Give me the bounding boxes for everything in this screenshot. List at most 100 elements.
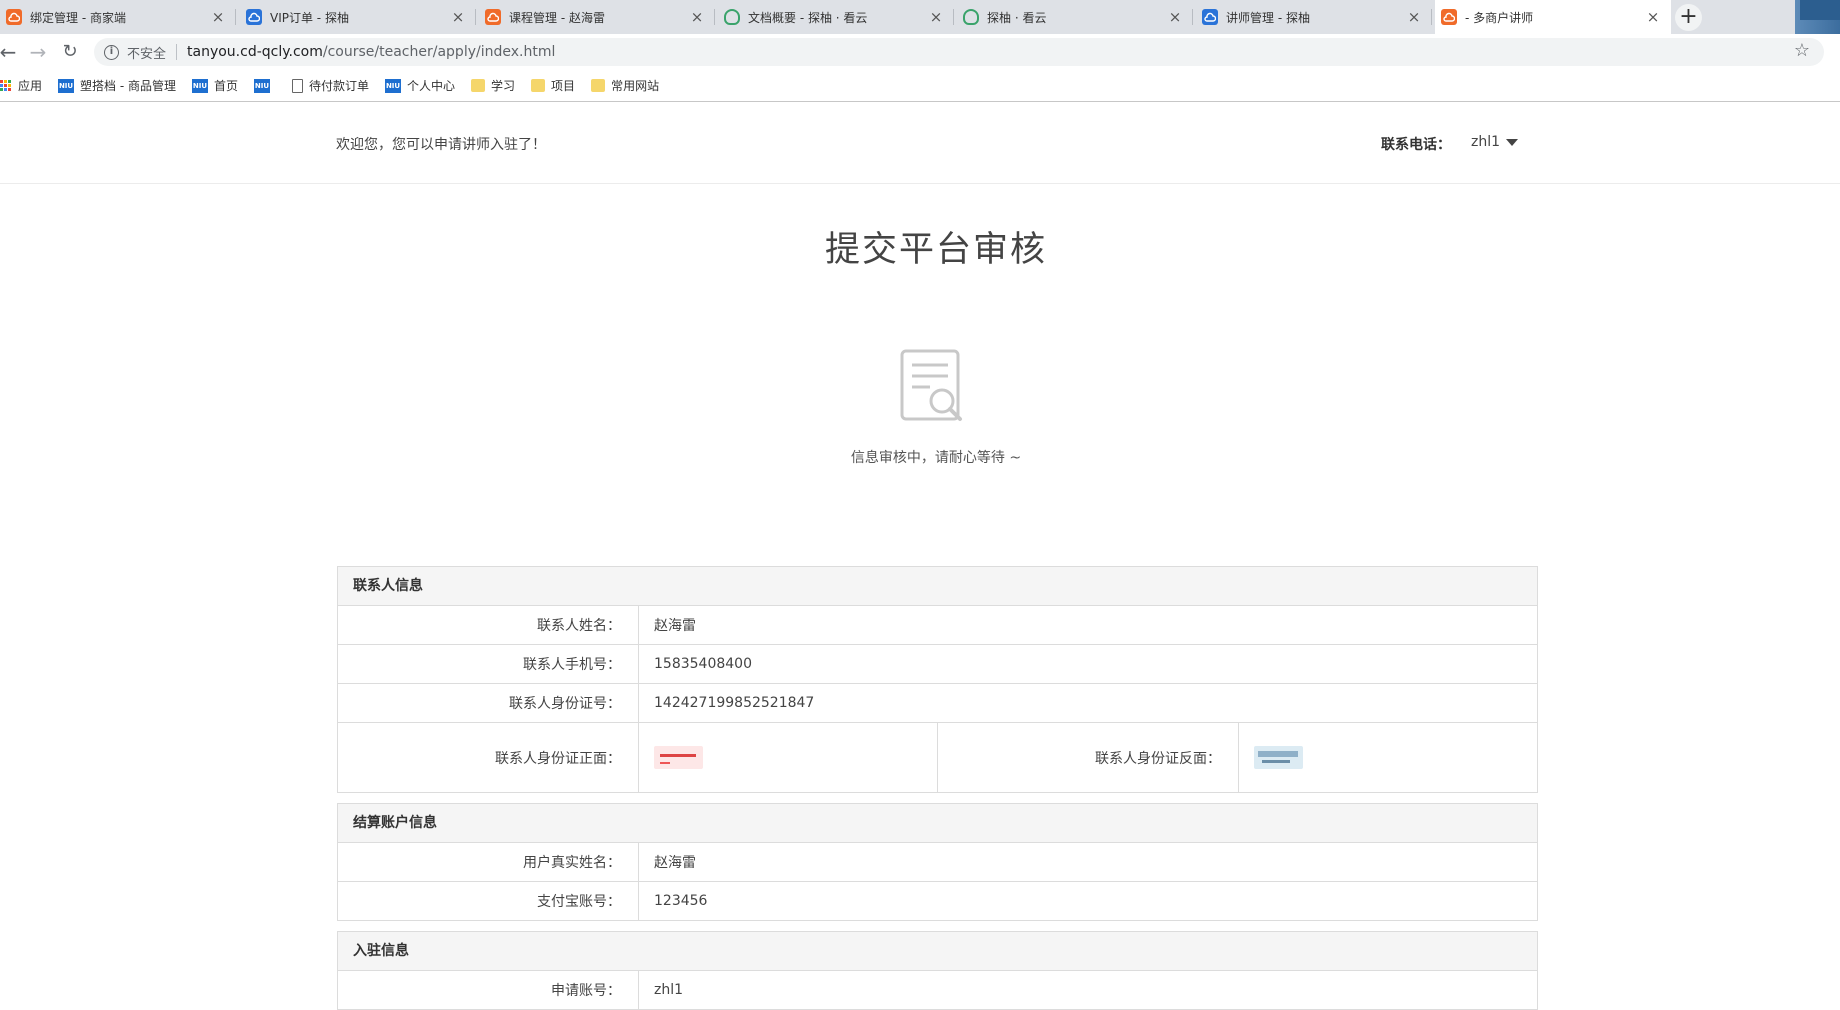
apps-grid-icon <box>0 79 12 92</box>
window-control-button[interactable] <box>1800 0 1840 20</box>
security-label: 不安全 <box>127 46 167 62</box>
field-label: 联系人手机号： <box>338 645 639 683</box>
table-row: 联系人姓名： 赵海雷 <box>338 606 1537 645</box>
bookmark-label: 应用 <box>18 79 43 93</box>
tab-title: 绑定管理 - 商家端 <box>30 10 126 25</box>
close-icon[interactable]: × <box>450 8 466 26</box>
tab-separator <box>1431 9 1432 25</box>
tab-title: 探柚 · 看云 <box>987 10 1047 25</box>
bookmark-folder[interactable]: 常用网站 <box>591 77 659 94</box>
bookmark-label: 项目 <box>551 79 576 93</box>
caret-down-icon <box>1506 138 1519 146</box>
bookmark-label: 常用网站 <box>611 79 660 93</box>
bookmark-star-icon[interactable]: ☆ <box>1794 40 1810 61</box>
field-label: 用户真实姓名： <box>338 843 639 881</box>
id-front-thumbnail[interactable] <box>654 746 703 769</box>
table-row: 联系人身份证号： 142427199852521847 <box>338 684 1537 723</box>
close-icon[interactable]: × <box>1406 8 1422 26</box>
table-row: 支付宝账号： 123456 <box>338 882 1537 921</box>
field-label: 联系人身份证号： <box>338 684 639 722</box>
bookmark-folder[interactable]: 学习 <box>471 77 515 94</box>
close-icon[interactable]: × <box>928 8 944 26</box>
account-value: zhl1 <box>654 982 684 998</box>
close-icon[interactable]: × <box>1167 8 1183 26</box>
tab-separator <box>953 9 954 25</box>
bookmark-folder[interactable]: 项目 <box>531 77 575 94</box>
browser-tab[interactable]: 文档概要 - 探柚 · 看云 × <box>718 0 954 34</box>
orange-cloud-icon <box>485 9 501 25</box>
blue-cloud-icon <box>246 9 262 25</box>
green-cloud-icon <box>963 9 979 25</box>
bookmark-item[interactable]: 待付款订单 <box>292 77 369 94</box>
new-tab-button[interactable]: + <box>1675 4 1702 31</box>
bookmark-item[interactable]: NIU 首页 <box>191 77 238 94</box>
bookmark-apps[interactable]: 应用 <box>0 77 42 94</box>
back-arrow-icon[interactable]: ← <box>0 40 20 64</box>
tab-separator <box>1192 9 1193 25</box>
niu-icon: NIU <box>191 78 208 93</box>
browser-tab[interactable]: 课程管理 - 赵海雷 × <box>479 0 715 34</box>
table-row: 联系人手机号： 15835408400 <box>338 645 1537 684</box>
table-row: 联系人身份证正面： 联系人身份证反面： <box>338 723 1537 793</box>
close-icon[interactable]: × <box>689 8 705 26</box>
contact-phone-value: 15835408400 <box>654 656 752 672</box>
field-label: 联系人姓名： <box>338 606 639 644</box>
contact-id-value: 142427199852521847 <box>654 695 815 711</box>
tab-title: 讲师管理 - 探柚 <box>1226 10 1310 25</box>
field-label: 联系人身份证反面： <box>938 723 1239 792</box>
tab-title: 文档概要 - 探柚 · 看云 <box>748 10 868 25</box>
section-title: 联系人信息 <box>338 567 1537 606</box>
bookmark-item[interactable]: NIU 个人中心 <box>385 77 455 94</box>
folder-icon <box>591 79 606 92</box>
page-icon <box>292 78 303 93</box>
alipay-value: 123456 <box>654 893 708 909</box>
forward-arrow-icon[interactable]: → <box>26 40 50 64</box>
browser-tab[interactable]: VIP订单 - 探柚 × <box>240 0 476 34</box>
bookmark-label: 学习 <box>491 79 516 93</box>
niu-icon: NIU <box>385 78 402 93</box>
bookmark-label: 塑搭档 - 商品管理 <box>80 79 176 93</box>
field-label: 联系人身份证正面： <box>338 723 639 792</box>
browser-tab[interactable]: 探柚 · 看云 × <box>957 0 1193 34</box>
folder-icon <box>471 79 486 92</box>
tab-separator <box>235 9 236 25</box>
tab-title: - 多商户讲师 <box>1465 10 1534 25</box>
bookmark-item[interactable]: NIU 塑搭档 - 商品管理 <box>58 77 176 94</box>
field-label: 支付宝账号： <box>338 882 639 920</box>
tab-separator <box>714 9 715 25</box>
orange-cloud-icon <box>1441 9 1457 25</box>
settlement-info-section: 结算账户信息 用户真实姓名： 赵海雷 支付宝账号： 123456 <box>337 803 1538 921</box>
browser-tab[interactable]: 绑定管理 - 商家端 × <box>0 0 236 34</box>
niu-icon: NIU <box>58 78 75 93</box>
page-title: 提交平台审核 <box>824 230 1047 270</box>
orange-cloud-icon <box>6 9 22 25</box>
bookmark-item[interactable]: NIU <box>254 78 276 93</box>
document-search-icon <box>900 349 962 421</box>
browser-toolbar: ← → ↻ i 不安全 tanyou.cd-qcly.com/course/te… <box>0 34 1840 70</box>
user-dropdown[interactable]: zhl1 <box>1471 134 1519 150</box>
browser-tab-bar: 绑定管理 - 商家端 × VIP订单 - 探柚 × 课程管理 - 赵海雷 × 文… <box>0 0 1840 34</box>
info-icon[interactable]: i <box>104 44 119 60</box>
blue-cloud-icon <box>1202 9 1218 25</box>
url-host: tanyou.cd-qcly.com <box>187 44 323 60</box>
bookmark-label: 待付款订单 <box>309 79 370 93</box>
url-path: /course/teacher/apply/index.html <box>322 44 556 60</box>
username: zhl1 <box>1471 134 1501 150</box>
join-info-section: 入驻信息 申请账号： zhl1 <box>337 931 1538 1010</box>
close-icon[interactable]: × <box>1645 8 1661 26</box>
realname-value: 赵海雷 <box>654 855 696 871</box>
contact-name-value: 赵海雷 <box>654 618 696 634</box>
address-bar[interactable]: i 不安全 tanyou.cd-qcly.com/course/teacher/… <box>94 38 1824 66</box>
tab-title: VIP订单 - 探柚 <box>270 10 349 25</box>
close-icon[interactable]: × <box>210 8 226 26</box>
green-cloud-icon <box>724 9 740 25</box>
id-back-thumbnail[interactable] <box>1254 746 1303 769</box>
browser-tab[interactable]: 讲师管理 - 探柚 × <box>1196 0 1432 34</box>
reload-icon[interactable]: ↻ <box>58 40 82 64</box>
table-row: 申请账号： zhl1 <box>338 971 1537 1010</box>
bookmark-label: 个人中心 <box>407 79 456 93</box>
id-back-cell <box>1239 723 1537 792</box>
browser-tab-active[interactable]: - 多商户讲师 × <box>1435 0 1671 34</box>
contact-phone-label: 联系电话： <box>1381 137 1451 153</box>
welcome-text: 欢迎您，您可以申请讲师入驻了！ <box>336 137 546 153</box>
